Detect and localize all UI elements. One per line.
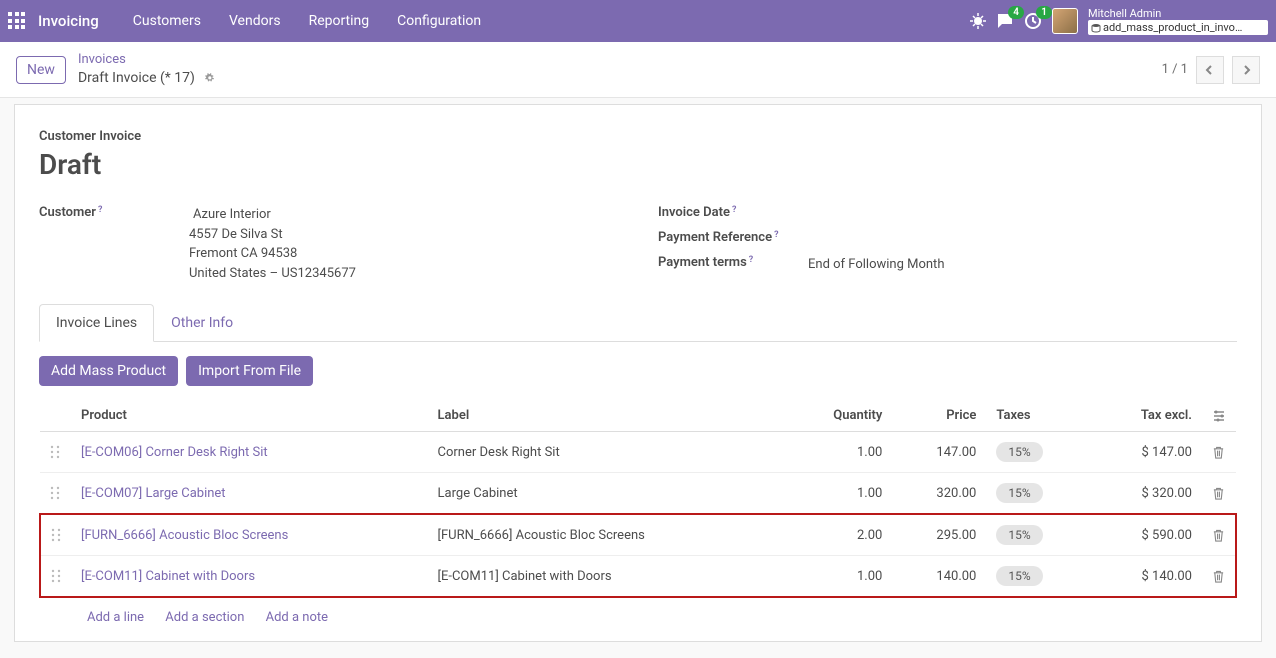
activity-icon[interactable]: 1 [1024, 12, 1042, 30]
invoice-date-label: Invoice Date [658, 205, 730, 220]
page-title: Draft [39, 148, 1237, 181]
table-row[interactable]: [E-COM07] Large Cabinet Large Cabinet 1.… [40, 473, 1236, 515]
cell-product[interactable]: [FURN_6666] Acoustic Bloc Screens [71, 514, 428, 556]
cell-price[interactable]: 295.00 [892, 514, 986, 556]
nav-reporting[interactable]: Reporting [297, 13, 382, 29]
apps-menu-icon[interactable] [8, 12, 26, 30]
delete-row-icon[interactable] [1202, 432, 1236, 473]
cell-price[interactable]: 320.00 [892, 473, 986, 515]
cell-label[interactable]: Large Cabinet [428, 473, 785, 515]
add-note-link[interactable]: Add a note [266, 610, 328, 625]
cell-subtotal: $ 147.00 [1090, 432, 1202, 473]
payment-terms-value[interactable]: End of Following Month [808, 255, 1237, 275]
cell-product[interactable]: [E-COM11] Cabinet with Doors [71, 556, 428, 598]
help-icon[interactable]: ? [774, 230, 778, 240]
new-button[interactable]: New [16, 56, 66, 84]
pager-next[interactable] [1232, 56, 1260, 84]
cell-subtotal: $ 590.00 [1090, 514, 1202, 556]
cell-product[interactable]: [E-COM06] Corner Desk Right Sit [71, 432, 428, 473]
tabs: Invoice Lines Other Info [39, 303, 1237, 342]
cell-label[interactable]: [FURN_6666] Acoustic Bloc Screens [428, 514, 785, 556]
user-avatar[interactable] [1052, 8, 1078, 34]
cell-qty[interactable]: 1.00 [784, 473, 892, 515]
table-row[interactable]: [FURN_6666] Acoustic Bloc Screens [FURN_… [40, 514, 1236, 556]
delete-row-icon[interactable] [1202, 514, 1236, 556]
delete-row-icon[interactable] [1202, 556, 1236, 598]
cell-tax[interactable]: 15% [986, 473, 1090, 515]
nav-configuration[interactable]: Configuration [385, 13, 493, 29]
activity-badge: 1 [1036, 6, 1052, 19]
breadcrumb-current: Draft Invoice (* 17) [78, 69, 195, 87]
cell-subtotal: $ 140.00 [1090, 556, 1202, 598]
help-icon[interactable]: ? [732, 205, 736, 215]
drag-handle-icon[interactable] [40, 473, 71, 515]
table-row[interactable]: [E-COM11] Cabinet with Doors [E-COM11] C… [40, 556, 1236, 598]
cell-label[interactable]: [E-COM11] Cabinet with Doors [428, 556, 785, 598]
add-line-link[interactable]: Add a line [87, 610, 144, 625]
cell-qty[interactable]: 1.00 [784, 432, 892, 473]
drag-handle-icon[interactable] [40, 514, 71, 556]
breadcrumb-bar: New Invoices Draft Invoice (* 17) 1 / 1 [0, 42, 1276, 98]
form-sheet: Customer Invoice Draft Customer? Azure I… [14, 104, 1262, 642]
col-quantity: Quantity [784, 400, 892, 432]
adjust-columns-icon[interactable] [1202, 400, 1236, 432]
payment-terms-label: Payment terms [658, 255, 747, 270]
add-mass-product-button[interactable]: Add Mass Product [39, 356, 178, 386]
cell-tax[interactable]: 15% [986, 432, 1090, 473]
drag-handle-icon[interactable] [40, 556, 71, 598]
database-name: add_mass_product_in_invo… [1088, 20, 1268, 35]
page-subtitle: Customer Invoice [39, 129, 1237, 144]
cell-tax[interactable]: 15% [986, 514, 1090, 556]
col-tax-excl: Tax excl. [1090, 400, 1202, 432]
col-price: Price [892, 400, 986, 432]
breadcrumb-parent[interactable]: Invoices [78, 52, 217, 69]
cell-product[interactable]: [E-COM07] Large Cabinet [71, 473, 428, 515]
cell-price[interactable]: 147.00 [892, 432, 986, 473]
messaging-badge: 4 [1008, 6, 1024, 19]
debug-icon[interactable] [970, 13, 986, 29]
col-taxes: Taxes [986, 400, 1090, 432]
delete-row-icon[interactable] [1202, 473, 1236, 515]
username: Mitchell Admin [1088, 7, 1268, 20]
table-row[interactable]: [E-COM06] Corner Desk Right Sit Corner D… [40, 432, 1236, 473]
drag-handle-icon[interactable] [40, 432, 71, 473]
customer-value[interactable]: Azure Interior 4557 De Silva St Fremont … [189, 205, 618, 283]
messaging-icon[interactable]: 4 [996, 12, 1014, 30]
cell-qty[interactable]: 2.00 [784, 514, 892, 556]
help-icon[interactable]: ? [98, 205, 102, 215]
app-brand[interactable]: Invoicing [38, 12, 99, 30]
pager-prev[interactable] [1196, 56, 1224, 84]
customer-label: Customer [39, 205, 96, 220]
user-menu[interactable]: Mitchell Admin add_mass_product_in_invo… [1088, 7, 1268, 35]
gear-icon[interactable] [203, 71, 217, 85]
col-label: Label [428, 400, 785, 432]
nav-customers[interactable]: Customers [121, 13, 213, 29]
cell-qty[interactable]: 1.00 [784, 556, 892, 598]
nav-vendors[interactable]: Vendors [217, 13, 293, 29]
pager-text: 1 / 1 [1162, 62, 1188, 77]
col-product: Product [71, 400, 428, 432]
cell-price[interactable]: 140.00 [892, 556, 986, 598]
top-navbar: Invoicing Customers Vendors Reporting Co… [0, 0, 1276, 42]
cell-subtotal: $ 320.00 [1090, 473, 1202, 515]
payment-ref-label: Payment Reference [658, 230, 772, 245]
tab-other-info[interactable]: Other Info [154, 304, 250, 342]
import-from-file-button[interactable]: Import From File [186, 356, 313, 386]
add-section-link[interactable]: Add a section [165, 610, 244, 625]
help-icon[interactable]: ? [749, 255, 753, 265]
invoice-lines-table: Product Label Quantity Price Taxes Tax e… [39, 400, 1237, 598]
cell-label[interactable]: Corner Desk Right Sit [428, 432, 785, 473]
tab-invoice-lines[interactable]: Invoice Lines [39, 304, 154, 342]
cell-tax[interactable]: 15% [986, 556, 1090, 598]
